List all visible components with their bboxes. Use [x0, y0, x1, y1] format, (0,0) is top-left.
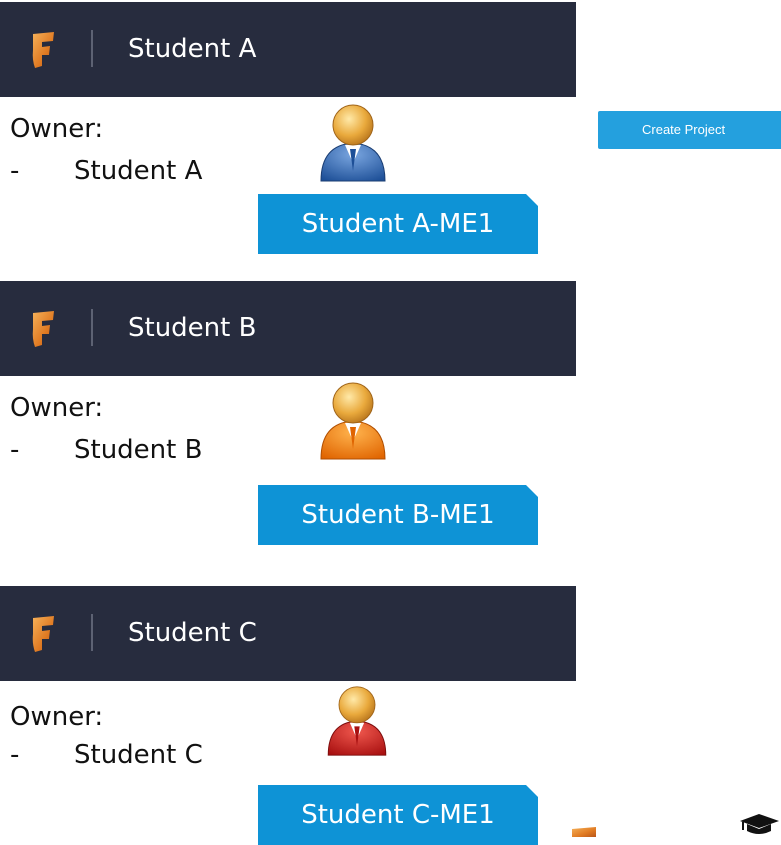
header-divider — [91, 309, 93, 346]
owner-label: Owner: — [10, 114, 104, 144]
header-title: Student C — [128, 618, 257, 648]
owner-dash: - — [10, 435, 20, 465]
graduation-cap-icon — [740, 814, 779, 834]
owner-name: - Student A — [10, 155, 202, 187]
student-c-header: Student C — [0, 586, 576, 681]
fusion-logo-icon — [572, 827, 596, 837]
fusion-logo-icon — [32, 616, 54, 652]
owner-name-text: Student C — [74, 740, 203, 770]
fusion-logo-icon — [32, 32, 54, 68]
header-divider — [91, 30, 93, 67]
fusion-logo-icon — [32, 311, 54, 347]
owner-dash: - — [10, 740, 20, 770]
header-title: Student A — [128, 34, 257, 64]
owner-label: Owner: — [10, 393, 104, 423]
project-tile[interactable]: Student B-ME1 — [258, 485, 538, 545]
student-b-header: Student B — [0, 281, 576, 376]
owner-label: Owner: — [10, 702, 104, 732]
owner-dash: - — [10, 156, 20, 186]
owner-name: - Student B — [10, 434, 202, 466]
owner-name-text: Student A — [74, 156, 203, 186]
owner-name-text: Student B — [74, 435, 203, 465]
student-a-header: Student A — [0, 2, 576, 97]
header-title: Student B — [128, 313, 257, 343]
user-avatar-icon — [320, 104, 386, 182]
project-tile[interactable]: Student A-ME1 — [258, 194, 538, 254]
create-project-button[interactable]: Create Project — [598, 111, 781, 149]
user-avatar-icon — [327, 686, 387, 756]
project-tile[interactable]: Student C-ME1 — [258, 785, 538, 845]
user-avatar-icon — [320, 382, 386, 460]
owner-name: - Student C — [10, 739, 203, 771]
header-divider — [91, 614, 93, 651]
